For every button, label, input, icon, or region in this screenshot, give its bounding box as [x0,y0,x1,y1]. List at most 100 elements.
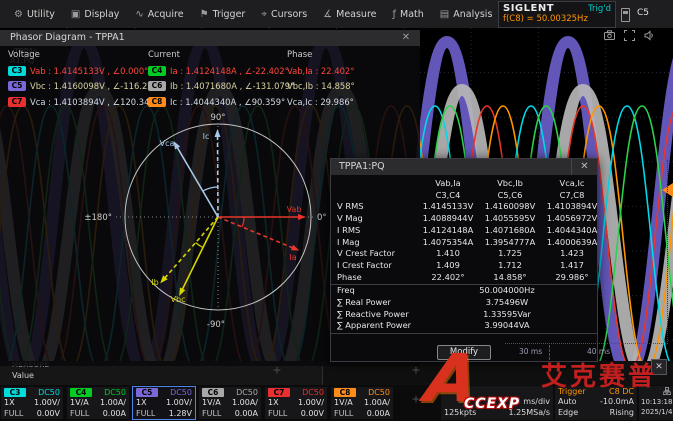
panel-close-button[interactable]: ✕ [651,359,667,375]
pq-cell: 1.4044340A [541,225,603,237]
vector-label: Vca [160,139,175,148]
pq-col-header: Vca,Ic [541,178,603,190]
channel-descriptor-c3[interactable]: C3 DC50 1X 1.00V/ FULL 0.00V [0,386,64,420]
menu-trigger[interactable]: ⚑Trigger [192,0,254,28]
pq-cell: 1.4160098V [479,201,541,213]
pq-summary-value: 50.004000Hz [417,285,597,297]
sample-rate: 1.25MSa/s [508,408,550,417]
active-channel-indicator[interactable]: C5 [637,8,649,18]
trigger-source: C8 DC [609,387,634,396]
axis-label-90: 90° [210,113,225,123]
axis-label-0: 0° [317,213,327,223]
grid-cross-marker: + [411,364,420,377]
bandwidth-label: FULL [268,409,287,418]
graticule-right-line [667,160,668,342]
vector-label: Ib [151,278,158,287]
speaker-icon[interactable] [644,30,655,41]
axis-label-minus90: -90° [207,320,225,330]
phase-angle-arc [203,187,218,191]
channel-descriptor-c5[interactable]: C5DC50 1X1.00V/ FULL1.28V [132,386,196,420]
channel-descriptor-c7[interactable]: C7DC50 1X1.00V/ FULL0.00V [264,386,328,420]
fullscreen-icon[interactable] [624,30,635,41]
menu-display[interactable]: ▣ Display [63,0,127,28]
datetime-box[interactable]: 10:13:18 2025/1/4 [639,386,673,420]
pq-cell: 1.4088944V [417,213,479,225]
menu-acquire[interactable]: ∿Acquire [127,0,191,28]
channel-badge: C7 [268,388,290,397]
pq-cell: 1.410 [417,248,479,260]
channel-badge: C3 [4,388,26,397]
time-axis-label: 30 ms [519,347,542,356]
menu-utility[interactable]: ⚙ Utility [6,0,63,28]
display-icon: ▣ [71,9,80,20]
bandwidth-label: FULL [4,409,23,418]
pq-close-icon[interactable]: ✕ [571,159,597,175]
trigger-status-box[interactable]: SIGLENT Trig'd f(C8) = 50.00325Hz [498,1,616,28]
menu-measure[interactable]: ∡Measure [315,0,384,28]
measure-value-label: Value [12,371,34,380]
offset-label: 1.28V [169,409,192,418]
menu-cursors-label: Cursors [271,9,307,20]
network-icon [663,387,671,395]
channel-bar: C3 DC50 1X 1.00V/ FULL 0.00V C4 DC50 1V/A 1.0… [0,385,673,421]
attenuation-label: 1V/A [334,398,353,407]
pq-summary-row: ∑ Real Power3.75496W [337,297,597,309]
phase-angle-arc [242,217,244,227]
timebase-descriptor[interactable]: ms/div 125kpts1.25MSa/s [441,386,553,420]
menu-cursors[interactable]: ⌖Cursors [253,0,315,28]
vector-label: Vab [287,205,302,214]
menu-math[interactable]: ƒMath [385,0,432,28]
scale-label: 1.00A/ [232,398,258,407]
attenuation-label: 1V/A [70,398,89,407]
trigger-level: -10.0mA [600,397,634,406]
pq-dialog-title: TPPA1:PQ [339,161,385,172]
menu-analysis-label: Analysis [453,9,492,20]
menu-utility-label: Utility [27,9,55,20]
offset-label: 0.00A [103,409,126,418]
display-control-icons [604,30,655,41]
coupling-label: DC50 [104,388,126,397]
menu-analysis[interactable]: ▤Analysis [432,0,501,28]
coupling-label: DC50 [38,388,60,397]
channel-badge: C4 [70,388,92,397]
pq-dialog-titlebar[interactable]: TPPA1:PQ ✕ [331,159,597,175]
scale-label: 1.00V/ [166,398,192,407]
battery-icon [621,8,630,22]
channel-descriptor-c4[interactable]: C4DC50 1V/A1.00A/ FULL0.00A [66,386,130,420]
pq-summary-row: ∑ Reactive Power1.33595Var [337,309,597,321]
menu-acquire-label: Acquire [148,9,184,20]
pq-summary-label: Freq [337,285,417,297]
pq-cell: 1.409 [417,260,479,272]
pq-summary-value: 1.33595Var [417,309,597,321]
modify-button[interactable]: Modify [437,345,491,360]
pq-summary-row: Freq50.004000Hz [337,285,597,297]
attenuation-label: 1X [4,398,15,407]
vector-label: Ia [289,253,296,262]
channel-descriptor-c8[interactable]: C8DC50 1V/A1.00A/ FULL0.00A [330,386,394,420]
pq-cell: 1.3954777A [479,237,541,249]
pq-cell: 1.4000639A [541,237,603,249]
menu-display-label: Display [84,9,119,20]
frequency-counter: f(C8) = 50.00325Hz [499,14,615,24]
pq-row-label: I Mag [337,237,417,249]
bandwidth-label: FULL [136,409,155,418]
attenuation-label: 1X [136,398,147,407]
channel-descriptor-c6[interactable]: C6DC50 1V/A1.00A/ FULL0.00A [198,386,262,420]
vector-label: Ic [203,132,210,141]
offset-label: 0.00A [367,409,390,418]
graticule-tick-line [549,345,550,360]
grid-cross-marker: + [272,364,281,377]
pq-summary-label: ∑ Reactive Power [337,309,417,321]
pq-cell: 1.423 [541,248,603,260]
time-axis-label: 40 ms [587,347,610,356]
bandwidth-label: FULL [334,409,353,418]
trigger-descriptor[interactable]: TriggerC8 DC Auto-10.0mA EdgeRising [555,386,637,420]
pq-col-channels: C5,C6 [479,190,541,202]
offset-label: 0.00V [37,409,60,418]
scale-label: 1.00V/ [34,398,60,407]
scale-label: 1.00V/ [298,398,324,407]
pq-cell: 14.858° [479,272,541,284]
pq-summary-value: 3.75496W [417,297,597,309]
gear-icon: ⚙ [14,9,23,20]
camera-icon[interactable] [604,30,615,41]
